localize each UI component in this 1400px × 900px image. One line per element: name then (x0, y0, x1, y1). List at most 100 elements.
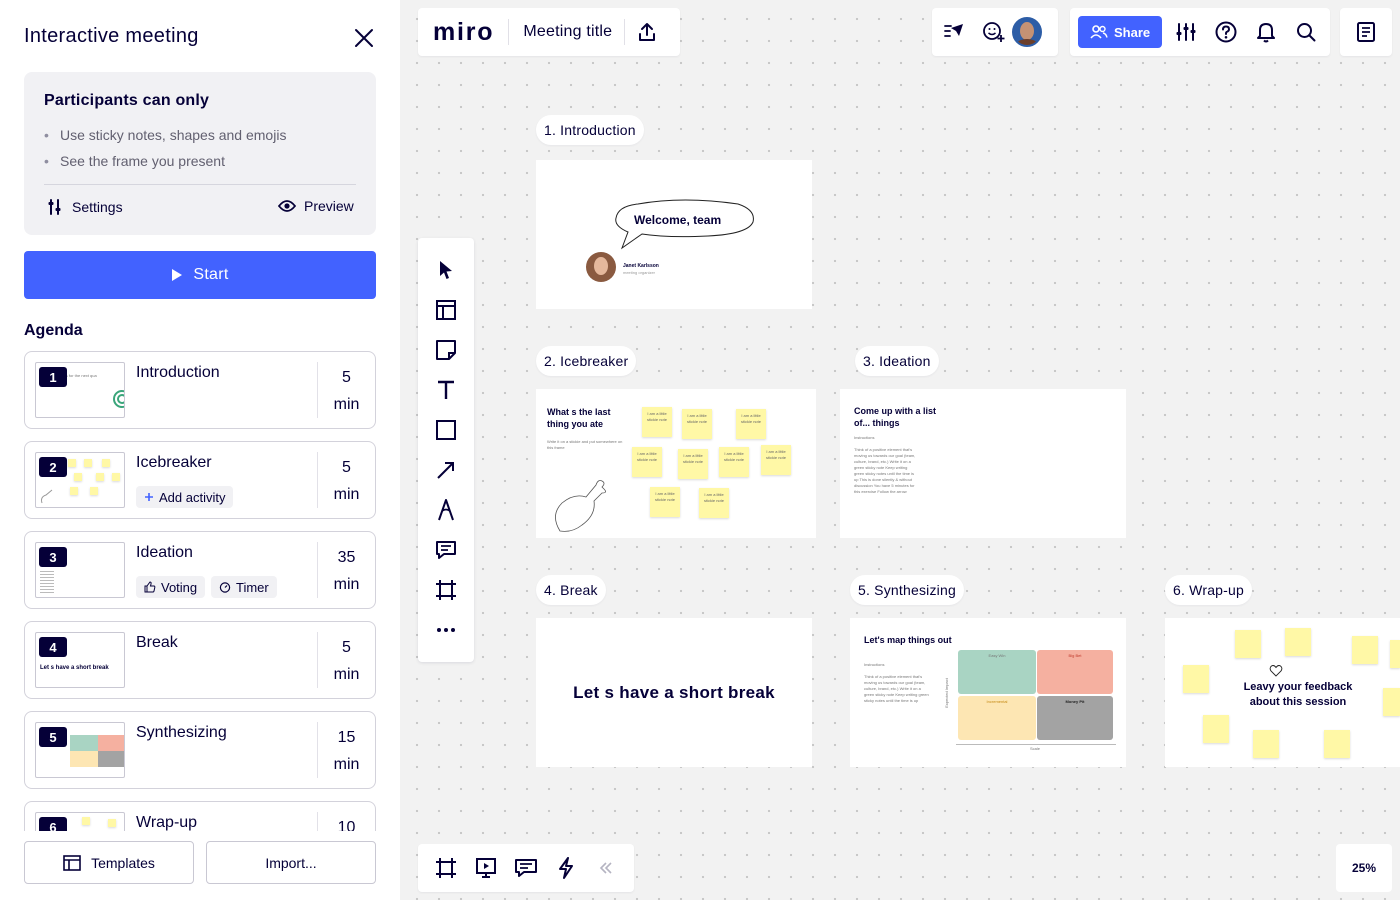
agenda-number: 3 (39, 547, 67, 567)
agenda-title: Agenda (24, 322, 83, 339)
pen-tool[interactable] (430, 494, 462, 526)
thumbs-up-icon (144, 581, 156, 593)
icebreaker-instructions: Write it on a stickie and put somewhere … (547, 439, 623, 450)
text-tool[interactable] (430, 374, 462, 406)
sticky-note-tool[interactable] (430, 334, 462, 366)
sticky-note: I am a little stickie note (761, 445, 791, 475)
agenda-item-synthesizing[interactable]: 5 Synthesizing 15 min (24, 711, 376, 789)
rules-title: Participants can only (44, 92, 210, 109)
close-button[interactable] (350, 24, 378, 52)
agenda-item-ideation[interactable]: 3 Ideation Voting Timer 35 min (24, 531, 376, 609)
templates-tool[interactable] (430, 294, 462, 326)
board-canvas[interactable]: miro Meeting title Share 25% 1. Introduc… (400, 0, 1400, 900)
connection-line-tool[interactable] (430, 454, 462, 486)
agenda-thumbnail: 6 (35, 812, 125, 831)
export-button[interactable] (631, 16, 663, 48)
sticky-note (1235, 630, 1261, 658)
frame-label-introduction[interactable]: 1. Introduction (536, 115, 644, 145)
zoom-level[interactable]: 25% (1336, 844, 1392, 892)
duration-value: 35 (337, 549, 356, 566)
avatar-body (1016, 39, 1038, 45)
frame-label-ideation[interactable]: 3. Ideation (855, 346, 939, 376)
sticky-note (84, 459, 92, 467)
quadrant-money-pit: Money Pit (1037, 696, 1113, 740)
agenda-name: Ideation (136, 544, 193, 561)
document-icon (1357, 22, 1375, 42)
agenda-item-wrap-up[interactable]: 6 Wrap-up 10 min (24, 801, 376, 831)
search-icon (1297, 23, 1316, 42)
avatar[interactable] (1012, 17, 1042, 47)
share-button[interactable]: Share (1078, 16, 1163, 48)
agenda-name: Break (136, 634, 178, 651)
sliders-icon (48, 199, 61, 215)
agenda-number: 5 (39, 727, 67, 747)
agenda-item-introduction[interactable]: 1 ratives for the next qua Introduction … (24, 351, 376, 429)
help-button[interactable] (1210, 16, 1242, 48)
import-button[interactable]: Import... (206, 841, 376, 884)
search-button[interactable] (1290, 16, 1322, 48)
timer-chip[interactable]: Timer (211, 576, 277, 598)
chip-label: Add activity (159, 489, 226, 505)
sticky-note: I am a little stickie note (632, 447, 662, 477)
start-button[interactable]: Start (24, 251, 376, 299)
quadrant-label: Easy Win (988, 653, 1006, 658)
agenda-number: 4 (39, 637, 67, 657)
frame-label-wrap-up[interactable]: 6. Wrap-up (1165, 575, 1252, 605)
preview-button[interactable]: Preview (278, 198, 354, 214)
add-activity-button[interactable]: Add activity (136, 486, 234, 508)
frame-icebreaker[interactable]: What s the last thing you ate Write it o… (536, 389, 816, 538)
chevrons-left-icon (599, 862, 612, 874)
creation-toolbar (418, 238, 474, 662)
activity-button[interactable] (550, 852, 582, 884)
frame-label-break[interactable]: 4. Break (536, 575, 606, 605)
agenda-item-icebreaker[interactable]: 2 Icebreaker Add activity 5 min (24, 441, 376, 519)
cursor-mode-button[interactable] (938, 16, 970, 48)
frame-break[interactable]: Let s have a short break (536, 618, 812, 767)
notes-button[interactable] (1350, 16, 1382, 48)
comments-button[interactable] (510, 852, 542, 884)
reactions-button[interactable] (978, 16, 1010, 48)
frame-label-icebreaker[interactable]: 2. Icebreaker (536, 346, 637, 376)
frames-button[interactable] (430, 852, 462, 884)
comment-tool[interactable] (430, 534, 462, 566)
miro-logo[interactable]: miro (433, 18, 494, 47)
meeting-title[interactable]: Meeting title (523, 23, 612, 41)
agenda-thumbnail: 3 (35, 542, 125, 598)
frame-icon (436, 858, 456, 878)
voting-chip[interactable]: Voting (136, 576, 206, 598)
settings-button[interactable]: Settings (46, 198, 123, 216)
presentation-button[interactable] (470, 852, 502, 884)
frame-synthesizing[interactable]: Let's map things out Instructions Think … (850, 618, 1126, 767)
frame-tool[interactable] (430, 574, 462, 606)
agenda-name: Icebreaker (136, 454, 212, 471)
agenda-thumbnail: 4 Let s have a short break (35, 632, 125, 688)
sticky-note (112, 473, 120, 481)
preview-label: Preview (304, 198, 354, 214)
duration-value: 5 (342, 369, 351, 386)
shape-tool[interactable] (430, 414, 462, 446)
sticky-note (1390, 640, 1400, 668)
frame-label-synthesizing[interactable]: 5. Synthesizing (850, 575, 964, 605)
sticky-note (1383, 688, 1400, 716)
notifications-button[interactable] (1250, 16, 1282, 48)
collapse-toolbar-button[interactable] (590, 852, 622, 884)
meeting-panel: Interactive meeting Participants can onl… (0, 0, 400, 900)
bottom-toolbar (418, 844, 634, 892)
rule-item: Use sticky notes, shapes and emojis (44, 122, 356, 148)
settings-button[interactable] (1170, 16, 1202, 48)
y-axis-label: Expected Impact (943, 678, 949, 708)
quadrant-label: Money Pit (1065, 699, 1085, 704)
more-tools-button[interactable] (430, 614, 462, 646)
frame-ideation[interactable]: Come up with a list of... things Instruc… (840, 389, 1126, 538)
select-tool[interactable] (430, 254, 462, 286)
pen-icon (438, 499, 454, 521)
agenda-item-break[interactable]: 4 Let s have a short break Break 5 min (24, 621, 376, 699)
comment-icon (436, 541, 456, 559)
timer-icon (219, 582, 231, 593)
agenda-name: Introduction (136, 364, 220, 381)
frame-wrap-up[interactable]: Leavy your feedback about this session (1165, 618, 1400, 767)
sticky-note (1285, 628, 1311, 656)
frame-introduction[interactable]: Welcome, team Janet Karlsson meeting org… (536, 160, 812, 309)
duration-value: 5 (342, 639, 351, 656)
templates-button[interactable]: Templates (24, 841, 194, 884)
